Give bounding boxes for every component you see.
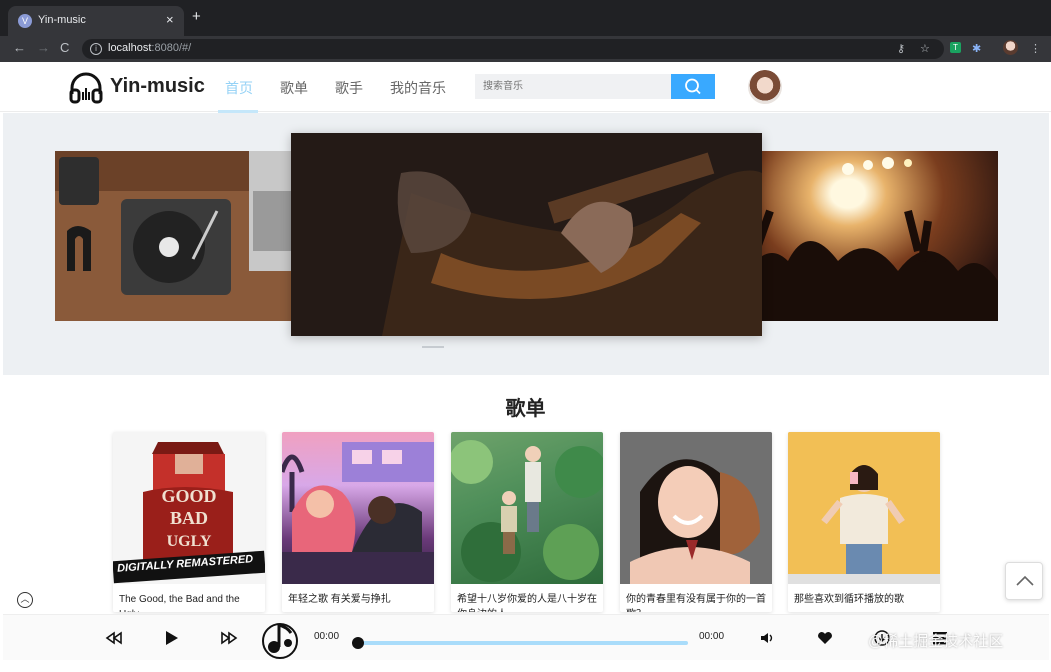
garden-illustration	[451, 440, 603, 582]
bookmark-star-icon[interactable]: ☆	[920, 42, 930, 56]
playlist-title[interactable]: 那些喜欢到循环播放的歌	[794, 592, 934, 612]
current-time: 00:00	[314, 631, 340, 642]
nav-playlists[interactable]: 歌单	[280, 78, 308, 98]
carousel-slide-guitar-active[interactable]	[291, 133, 762, 336]
chevron-up-icon	[1016, 575, 1034, 586]
smiling-girl-photo	[620, 432, 772, 584]
playlist-cover[interactable]	[620, 432, 772, 584]
new-tab-icon[interactable]: +	[192, 9, 201, 24]
logo-text[interactable]: Yin-music	[110, 75, 205, 98]
heart-icon[interactable]	[814, 627, 836, 649]
poster-word-good: GOOD	[161, 486, 216, 506]
extension-green-icon[interactable]: T	[950, 42, 961, 53]
browser-profile-avatar[interactable]	[1003, 40, 1018, 55]
search-icon	[685, 78, 701, 95]
music-note-album-icon[interactable]	[258, 617, 302, 661]
poster-word-bad: BAD	[170, 508, 208, 528]
nav-my-music[interactable]: 我的音乐	[390, 78, 446, 98]
previous-track-icon[interactable]	[103, 627, 125, 649]
playlist-title[interactable]: 年轻之歌 有关爱与挣扎	[288, 592, 428, 612]
playlist-card[interactable]: 年轻之歌 有关爱与挣扎	[282, 432, 434, 612]
browser-tab[interactable]: V Yin-music ×	[8, 6, 184, 36]
vue-favicon-icon: V	[18, 14, 32, 28]
guitar-illustration	[291, 133, 762, 336]
play-icon[interactable]	[160, 627, 182, 649]
total-time: 00:00	[699, 631, 725, 642]
playlist-title[interactable]: 你的青春里有没有属于你的一首歌？	[626, 592, 766, 612]
playlist-cover[interactable]	[451, 432, 603, 584]
next-track-icon[interactable]	[218, 627, 240, 649]
playlist-card[interactable]: 希望十八岁你爱的人是八十岁在你身边的人	[451, 432, 603, 612]
playlist-card[interactable]: 你的青春里有没有属于你的一首歌？	[620, 432, 772, 612]
playlist-title[interactable]: 希望十八岁你爱的人是八十岁在你身边的人	[457, 592, 597, 612]
playlist-cover[interactable]	[788, 432, 940, 584]
playlist-section-title: 歌单	[505, 398, 546, 420]
menu-dots-icon[interactable]: ⋮	[1030, 42, 1041, 56]
carousel-slide-turntable[interactable]	[55, 151, 307, 321]
carousel-slide-concert[interactable]	[748, 151, 998, 321]
extension-icon[interactable]: ✱	[972, 42, 981, 56]
tab-close-icon[interactable]: ×	[166, 12, 174, 27]
back-arrow-icon[interactable]: ←	[13, 40, 26, 56]
progress-bar[interactable]	[358, 641, 688, 645]
site-info-icon[interactable]: i	[90, 43, 102, 55]
tab-title: Yin-music	[38, 14, 86, 26]
banner-carousel	[3, 113, 1049, 375]
collapse-player-icon[interactable]: ︿	[17, 592, 33, 608]
key-icon[interactable]: ⚷	[897, 42, 905, 56]
playlist-card[interactable]: 那些喜欢到循环播放的歌	[788, 432, 940, 612]
playlist-card[interactable]: GOOD BAD UGLY DIGITALLY REMASTERED The G…	[113, 432, 265, 612]
url-host: localhost	[108, 42, 152, 54]
browser-toolbar: ← → C i localhost:8080/#/ ⚷ ☆ ✱ ⋮	[0, 36, 1051, 62]
turntable-illustration	[55, 151, 307, 321]
progress-knob[interactable]	[352, 637, 364, 649]
user-avatar[interactable]	[748, 70, 782, 104]
carousel-indicator[interactable]	[422, 346, 444, 348]
volume-icon[interactable]	[756, 627, 778, 649]
playlist-cover[interactable]	[282, 432, 434, 584]
nav-singers[interactable]: 歌手	[335, 78, 363, 98]
search-button[interactable]	[671, 74, 715, 99]
address-bar[interactable]: i localhost:8080/#/	[82, 39, 944, 59]
reload-icon[interactable]: C	[60, 40, 69, 56]
search-input[interactable]	[475, 74, 671, 99]
couple-illustration	[282, 442, 434, 584]
playlist-title[interactable]: The Good, the Bad and the Ugly	[119, 592, 259, 612]
watermark-text: @稀土掘金技术社区	[868, 633, 1004, 650]
playlist-cover[interactable]: GOOD BAD UGLY DIGITALLY REMASTERED	[113, 432, 265, 584]
site-header: Yin-music 首页 歌单 歌手 我的音乐	[0, 62, 1051, 113]
browser-tab-bar: V Yin-music × +	[0, 0, 1051, 36]
url-path: :8080/#/	[151, 42, 192, 54]
back-to-top-button[interactable]	[1005, 562, 1043, 600]
nav-home[interactable]: 首页	[225, 78, 253, 98]
headphones-logo-icon[interactable]	[68, 70, 104, 106]
concert-illustration	[748, 157, 998, 321]
url-text[interactable]: localhost:8080/#/	[108, 42, 191, 54]
girl-yellow-wall-photo	[788, 432, 940, 584]
forward-arrow-icon[interactable]: →	[37, 40, 50, 56]
poster-word-ugly: UGLY	[167, 533, 212, 550]
